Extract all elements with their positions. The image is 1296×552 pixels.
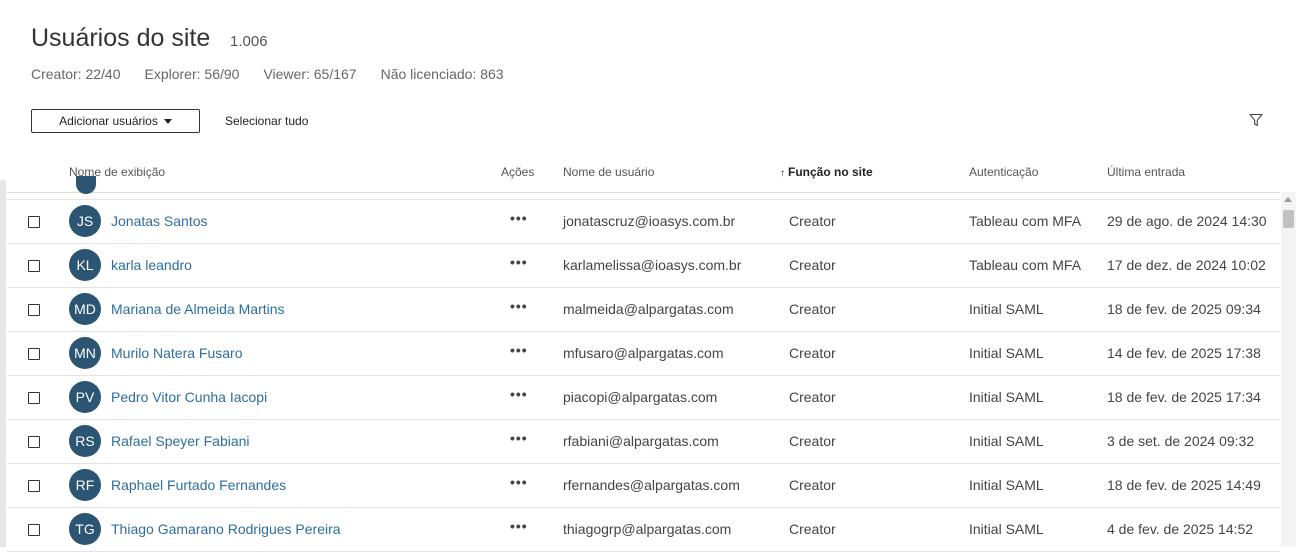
- more-actions-icon[interactable]: •••: [510, 474, 528, 490]
- user-last-login: 4 de fev. de 2025 14:52: [1107, 521, 1254, 537]
- column-site-role[interactable]: ↑ Função no site: [780, 165, 873, 179]
- user-username: malmeida@alpargatas.com: [563, 301, 734, 317]
- table-row: KL karla leandro ••• karlamelissa@ioasys.co…: [7, 244, 1280, 288]
- more-actions-icon[interactable]: •••: [510, 254, 528, 270]
- page-title: Usuários do site: [31, 24, 211, 52]
- license-creator: Creator: 22/40: [31, 66, 121, 82]
- user-username: karlamelissa@ioasys.com.br: [563, 257, 742, 273]
- row-checkbox[interactable]: [28, 216, 40, 228]
- page-left-edge: [0, 180, 6, 547]
- user-last-login: 18 de fev. de 2025 17:34: [1107, 389, 1261, 405]
- users-table: JS Jonatas Santos ••• jonatascruz@ioasys.co…: [7, 199, 1280, 552]
- table-row: RS Rafael Speyer Fabiani ••• rfabiani@alpar…: [7, 420, 1280, 464]
- table-row: MD Mariana de Almeida Martins ••• malmeida@…: [7, 288, 1280, 332]
- avatar: TG: [69, 513, 101, 545]
- column-authentication[interactable]: Autenticação: [969, 165, 1038, 179]
- table-row: PV Pedro Vitor Cunha Iacopi ••• piacopi@alp…: [7, 376, 1280, 420]
- user-site-role: Creator: [789, 213, 836, 229]
- user-site-role: Creator: [789, 477, 836, 493]
- user-site-role: Creator: [789, 433, 836, 449]
- user-username: piacopi@alpargatas.com: [563, 389, 718, 405]
- user-authentication: Initial SAML: [969, 345, 1044, 361]
- user-last-login: 18 de fev. de 2025 09:34: [1107, 301, 1261, 317]
- row-checkbox[interactable]: [28, 524, 40, 536]
- row-checkbox[interactable]: [28, 348, 40, 360]
- vertical-scrollbar[interactable]: [1281, 192, 1296, 547]
- user-display-name[interactable]: Murilo Natera Fusaro: [111, 345, 243, 361]
- row-checkbox[interactable]: [28, 392, 40, 404]
- sort-ascending-icon: ↑: [780, 168, 785, 179]
- avatar: PV: [69, 381, 101, 413]
- license-summary: Creator: 22/40 Explorer: 56/90 Viewer: 6…: [31, 66, 528, 82]
- user-last-login: 18 de fev. de 2025 14:49: [1107, 477, 1261, 493]
- select-all-link[interactable]: Selecionar tudo: [225, 114, 308, 128]
- row-checkbox[interactable]: [28, 436, 40, 448]
- scroll-thumb[interactable]: [1283, 210, 1294, 228]
- avatar: RS: [69, 425, 101, 457]
- user-last-login: 29 de ago. de 2024 14:30: [1107, 213, 1267, 229]
- table-row: JS Jonatas Santos ••• jonatascruz@ioasys.co…: [7, 200, 1280, 244]
- license-unlicensed: Não licenciado: 863: [380, 66, 504, 82]
- row-checkbox[interactable]: [28, 480, 40, 492]
- avatar: KL: [69, 249, 101, 281]
- column-username[interactable]: Nome de usuário: [563, 165, 654, 179]
- table-row: RF Raphael Furtado Fernandes ••• rfernandes…: [7, 464, 1280, 508]
- column-actions: Ações: [501, 165, 535, 179]
- more-actions-icon[interactable]: •••: [510, 342, 528, 358]
- user-last-login: 3 de set. de 2024 09:32: [1107, 433, 1255, 449]
- avatar: RF: [69, 469, 101, 501]
- user-authentication: Initial SAML: [969, 389, 1044, 405]
- user-display-name[interactable]: Mariana de Almeida Martins: [111, 301, 285, 317]
- license-explorer: Explorer: 56/90: [144, 66, 240, 82]
- user-username: mfusaro@alpargatas.com: [563, 345, 724, 361]
- caret-down-icon: [163, 118, 172, 124]
- more-actions-icon[interactable]: •••: [510, 210, 528, 226]
- more-actions-icon[interactable]: •••: [510, 518, 528, 534]
- column-last-login[interactable]: Última entrada: [1107, 165, 1185, 179]
- user-username: rfernandes@alpargatas.com: [563, 477, 740, 493]
- user-site-role: Creator: [789, 389, 836, 405]
- user-authentication: Initial SAML: [969, 301, 1044, 317]
- user-display-name[interactable]: Rafael Speyer Fabiani: [111, 433, 250, 449]
- user-count: 1.006: [230, 33, 268, 50]
- user-display-name[interactable]: Pedro Vitor Cunha Iacopi: [111, 389, 267, 405]
- user-display-name[interactable]: karla leandro: [111, 257, 192, 273]
- more-actions-icon[interactable]: •••: [510, 386, 528, 402]
- user-last-login: 17 de dez. de 2024 10:02: [1107, 257, 1266, 273]
- more-actions-icon[interactable]: •••: [510, 430, 528, 446]
- user-site-role: Creator: [789, 301, 836, 317]
- row-checkbox[interactable]: [28, 260, 40, 272]
- scroll-up-arrow-icon[interactable]: [1284, 197, 1292, 202]
- avatar: JS: [69, 205, 101, 237]
- more-actions-icon[interactable]: •••: [510, 298, 528, 314]
- user-authentication: Initial SAML: [969, 477, 1044, 493]
- user-display-name[interactable]: Jonatas Santos: [111, 213, 208, 229]
- user-authentication: Tableau com MFA: [969, 213, 1082, 229]
- user-display-name[interactable]: Raphael Furtado Fernandes: [111, 477, 286, 493]
- user-display-name[interactable]: Thiago Gamarano Rodrigues Pereira: [111, 521, 341, 537]
- user-username: rfabiani@alpargatas.com: [563, 433, 719, 449]
- table-row: TG Thiago Gamarano Rodrigues Pereira ••• th…: [7, 508, 1280, 552]
- add-users-button[interactable]: Adicionar usuários: [31, 109, 200, 133]
- avatar: MD: [69, 293, 101, 325]
- table-header: Nome de exibição Ações Nome de usuário ↑…: [7, 152, 1280, 193]
- license-viewer: Viewer: 65/167: [263, 66, 357, 82]
- user-site-role: Creator: [789, 257, 836, 273]
- user-site-role: Creator: [789, 345, 836, 361]
- user-username: thiagogrp@alpargatas.com: [563, 521, 732, 537]
- add-users-label: Adicionar usuários: [59, 114, 158, 128]
- user-authentication: Tableau com MFA: [969, 257, 1082, 273]
- column-site-role-label: Função no site: [788, 165, 873, 179]
- table-row: MN Murilo Natera Fusaro ••• mfusaro@alparga…: [7, 332, 1280, 376]
- avatar: MN: [69, 337, 101, 369]
- filter-icon[interactable]: [1249, 113, 1263, 127]
- row-checkbox[interactable]: [28, 304, 40, 316]
- user-last-login: 14 de fev. de 2025 17:38: [1107, 345, 1261, 361]
- user-site-role: Creator: [789, 521, 836, 537]
- user-authentication: Initial SAML: [969, 521, 1044, 537]
- user-authentication: Initial SAML: [969, 433, 1044, 449]
- user-username: jonatascruz@ioasys.com.br: [563, 213, 736, 229]
